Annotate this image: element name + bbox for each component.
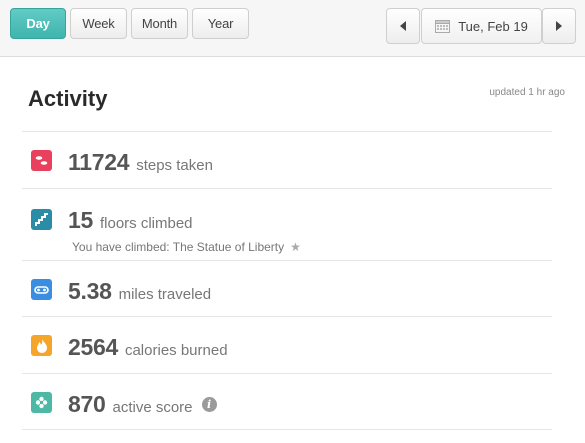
- tab-day[interactable]: Day: [10, 8, 66, 39]
- info-icon[interactable]: i: [201, 397, 217, 412]
- stairs-icon: [31, 209, 52, 230]
- stat-row-calories[interactable]: 2564 calories burned: [22, 316, 552, 373]
- star-icon[interactable]: ★: [290, 240, 301, 254]
- stat-row-steps[interactable]: 11724 steps taken: [22, 131, 552, 188]
- landmark-note: You have climbed: The Statue of Liberty: [72, 240, 285, 254]
- steps-icon: [31, 150, 52, 171]
- updated-timestamp: updated 1 hr ago: [489, 87, 565, 98]
- distance-icon: [31, 279, 52, 300]
- chevron-right-icon: [556, 21, 562, 31]
- stat-row-active-score[interactable]: 870 active score i: [22, 373, 552, 430]
- tab-month[interactable]: Month: [131, 8, 188, 39]
- date-label: Tue, Feb 19: [458, 18, 528, 34]
- tab-week[interactable]: Week: [70, 8, 127, 39]
- prev-day-button[interactable]: [386, 8, 420, 44]
- stat-row-distance[interactable]: 5.38 miles traveled: [22, 260, 552, 316]
- section-title: Activity: [28, 86, 108, 111]
- flower-icon: [31, 392, 52, 413]
- steps-label: steps taken: [136, 157, 213, 174]
- distance-label: miles traveled: [118, 286, 212, 303]
- chevron-left-icon: [400, 21, 406, 31]
- tab-year[interactable]: Year: [192, 8, 249, 39]
- date-picker-button[interactable]: Tue, Feb 19: [421, 8, 542, 44]
- steps-value: 11724: [68, 149, 130, 175]
- stat-row-floors[interactable]: 15 floors climbed You have climbed: The …: [22, 188, 552, 260]
- distance-value: 5.38: [68, 278, 112, 304]
- calendar-icon: [435, 20, 451, 33]
- floors-value: 15: [68, 207, 93, 233]
- toolbar: Day Week Month Year Tue, Feb 19: [0, 0, 585, 57]
- calories-label: calories burned: [124, 342, 228, 359]
- floors-label: floors climbed: [99, 215, 193, 232]
- flame-icon: [31, 335, 52, 356]
- active-score-label: active score: [112, 399, 193, 416]
- calories-value: 2564: [68, 334, 118, 360]
- next-day-button[interactable]: [542, 8, 576, 44]
- active-score-value: 870: [68, 391, 106, 417]
